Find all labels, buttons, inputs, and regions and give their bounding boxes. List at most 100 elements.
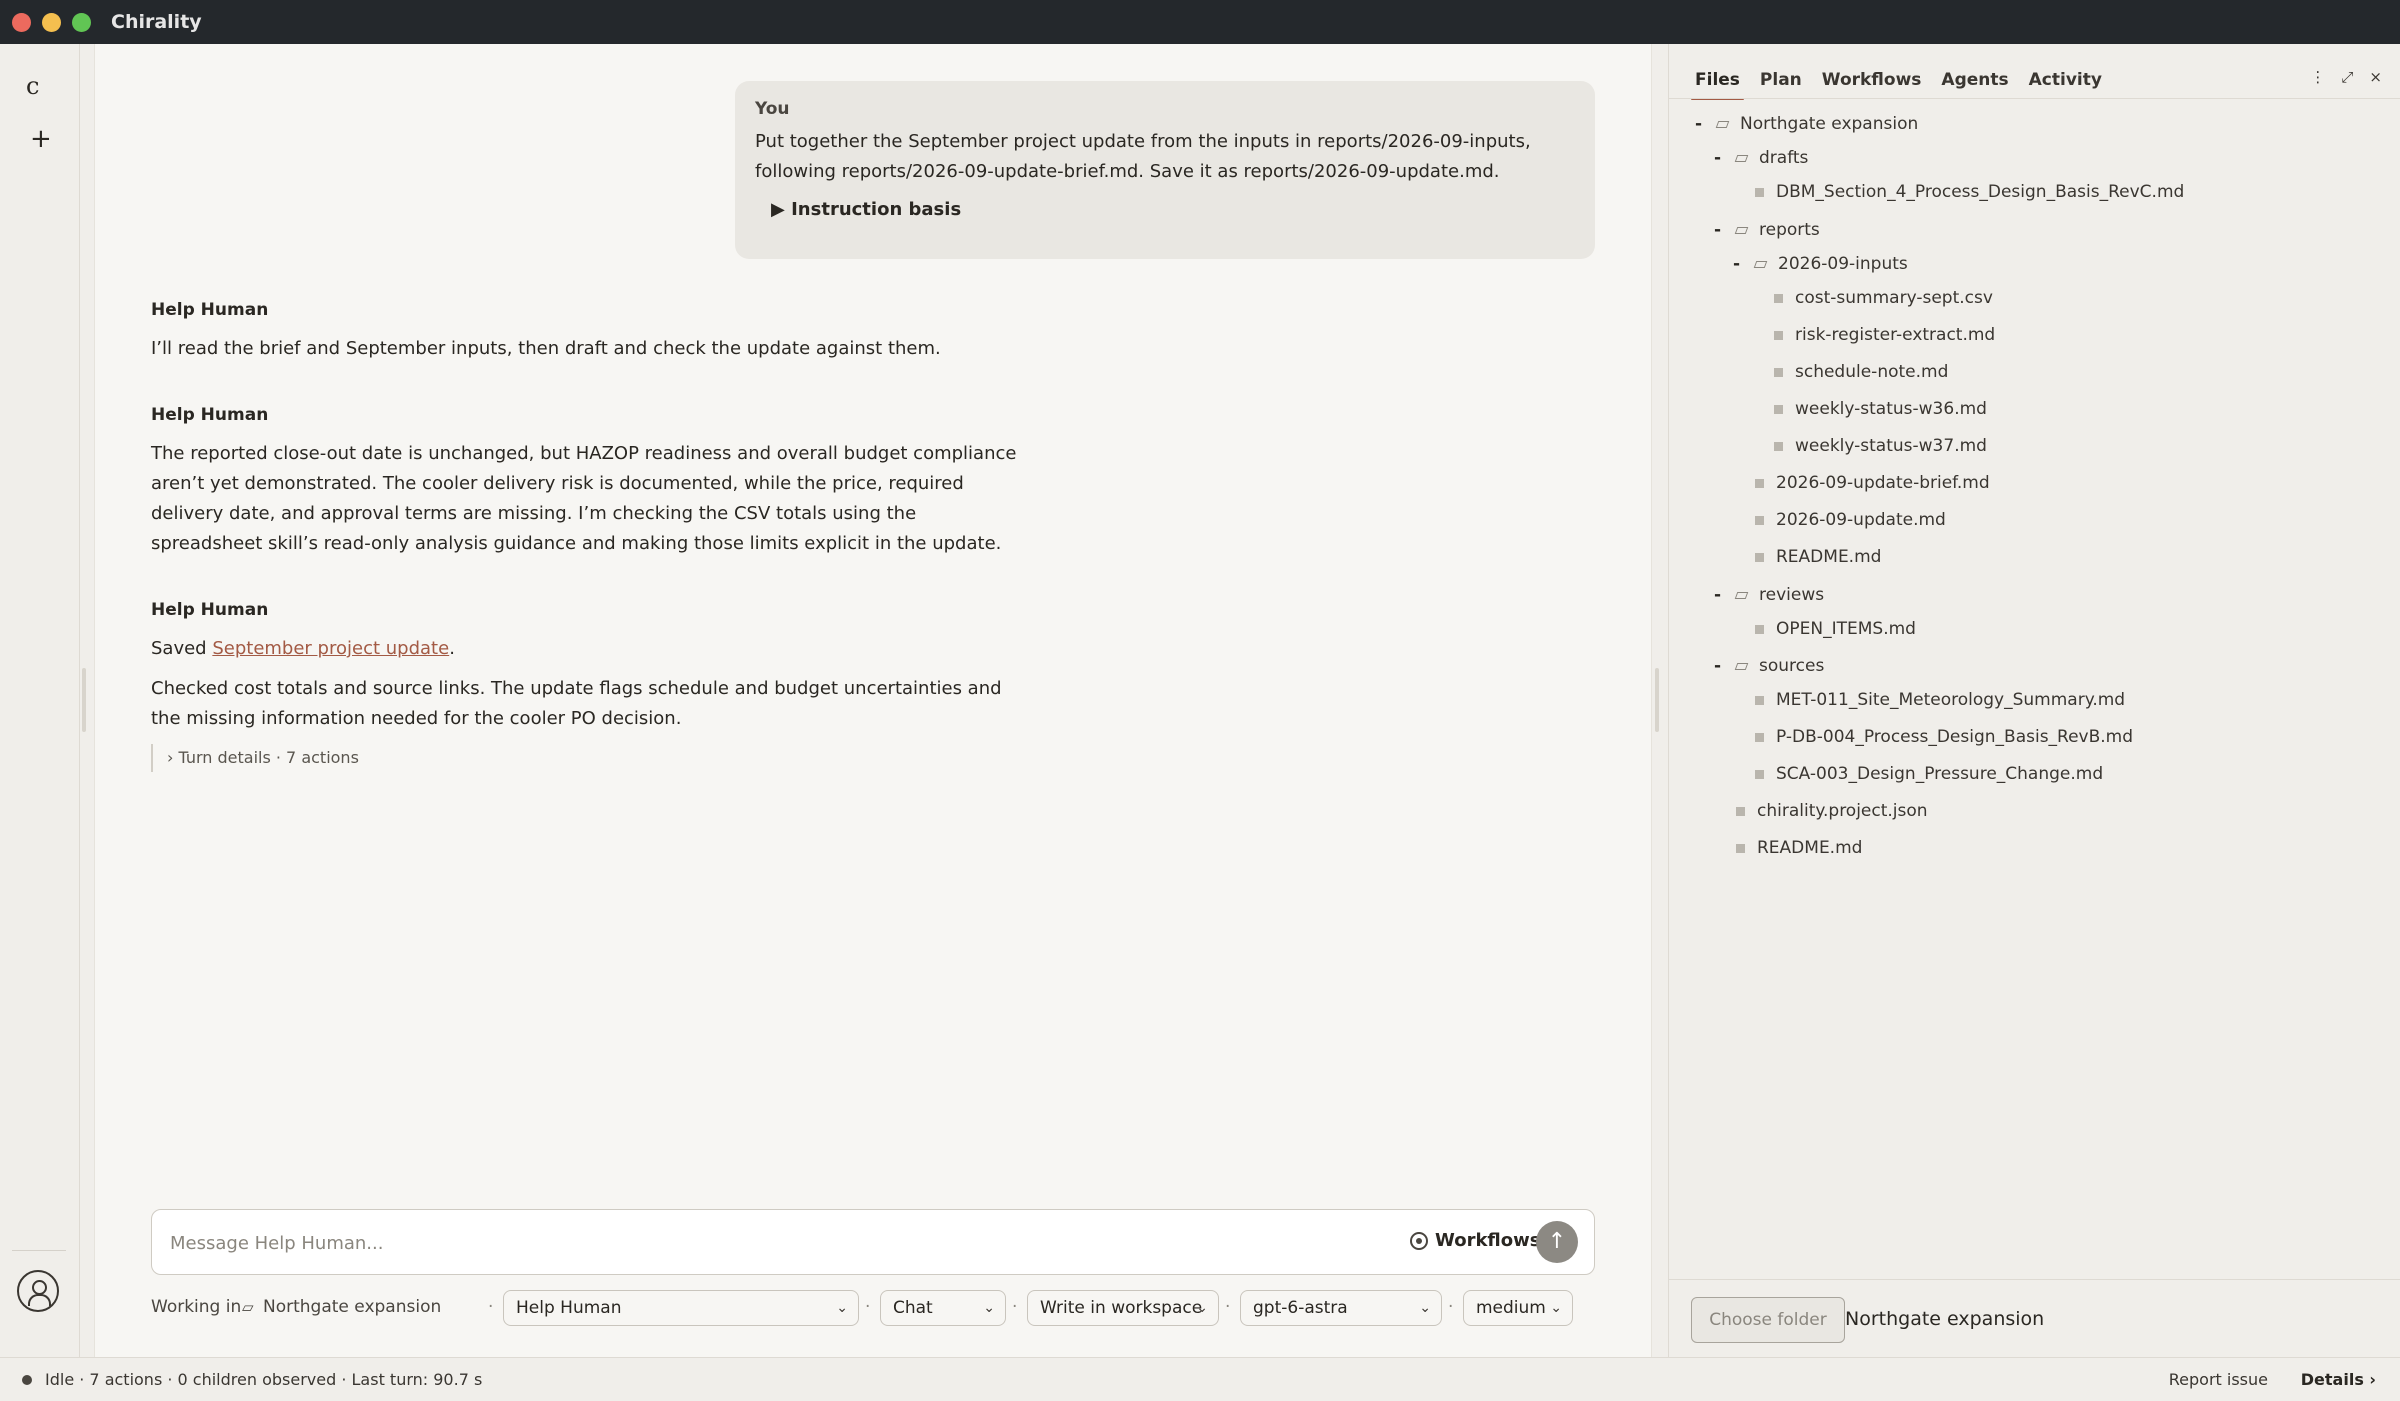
file-icon <box>1755 552 1764 562</box>
tree-folder[interactable]: - reports <box>1714 216 1820 244</box>
permission-select[interactable]: Write in workspace ⌄ <box>1027 1290 1219 1326</box>
saved-file-link[interactable]: September project update <box>212 638 449 659</box>
tree-folder[interactable]: - reviews <box>1714 581 1824 609</box>
collapse-toggle-icon[interactable]: - <box>1714 216 1736 244</box>
tree-file[interactable]: DBM_Section_4_Process_Design_Basis_RevC.… <box>1733 178 2184 206</box>
folder-icon <box>1734 591 1749 599</box>
tree-file[interactable]: P-DB-004_Process_Design_Basis_RevB.md <box>1733 723 2133 751</box>
panel-footer-divider <box>1669 1279 2400 1280</box>
turn-details-toggle[interactable]: › Turn details · 7 actions <box>151 744 1021 772</box>
collapse-toggle-icon[interactable]: - <box>1714 652 1736 680</box>
tree-file[interactable]: chirality.project.json <box>1714 797 1928 825</box>
tree-folder[interactable]: - 2026-09-inputs <box>1733 250 1908 278</box>
tree-file[interactable]: 2026-09-update-brief.md <box>1733 469 1990 497</box>
tree-item-label: 2026-09-inputs <box>1778 254 1908 274</box>
instruction-basis-toggle[interactable]: ▶ Instruction basis <box>755 199 1575 220</box>
tree-folder[interactable]: - sources <box>1714 652 1824 680</box>
tab-files[interactable]: Files <box>1691 60 1744 100</box>
attach-icon[interactable] <box>1410 1232 1428 1250</box>
file-icon <box>1774 441 1783 451</box>
tree-item-label: drafts <box>1759 148 1809 168</box>
more-icon[interactable]: ⋮ <box>2310 68 2325 86</box>
mode-select[interactable]: Chat ⌄ <box>880 1290 1006 1326</box>
tree-file[interactable]: README.md <box>1714 834 1862 862</box>
file-icon <box>1774 293 1783 303</box>
right-resize-handle[interactable] <box>1655 668 1659 732</box>
tree-file[interactable]: README.md <box>1733 543 1881 571</box>
file-icon <box>1755 478 1764 488</box>
collapse-toggle-icon[interactable]: - <box>1714 581 1736 609</box>
file-icon <box>1755 732 1764 742</box>
separator: · <box>1448 1297 1454 1317</box>
collapse-toggle-icon[interactable]: - <box>1695 110 1717 138</box>
file-icon <box>1774 404 1783 414</box>
tree-item-label: 2026-09-update.md <box>1776 510 1946 530</box>
close-window-button[interactable] <box>12 12 31 32</box>
tree-file[interactable]: weekly-status-w37.md <box>1752 432 1987 460</box>
expand-icon[interactable]: ⤢ <box>2341 68 2353 86</box>
details-link[interactable]: Details › <box>2301 1370 2376 1389</box>
folder-icon <box>1715 120 1730 128</box>
assistant-message-author: Help Human <box>151 300 269 320</box>
new-chat-button[interactable]: + <box>30 124 52 154</box>
tree-file[interactable]: 2026-09-update.md <box>1733 506 1946 534</box>
model-select[interactable]: gpt-6-astra ⌄ <box>1240 1290 1442 1326</box>
tree-item-label: risk-register-extract.md <box>1795 325 1996 345</box>
assistant-message: Help Human I’ll read the brief and Septe… <box>151 300 1021 364</box>
tab-agents[interactable]: Agents <box>1941 60 2008 100</box>
composer-controls: Working in ▱ Northgate expansion · Help … <box>151 1290 1601 1326</box>
chevron-down-icon: ⌄ <box>1550 1300 1562 1316</box>
tab-workflows[interactable]: Workflows <box>1822 60 1922 100</box>
tree-item-label: P-DB-004_Process_Design_Basis_RevB.md <box>1776 727 2134 747</box>
message-composer: Workflows ↑ <box>151 1209 1595 1275</box>
tree-file[interactable]: risk-register-extract.md <box>1752 321 1995 349</box>
assistant-message-text: I’ll read the brief and September inputs… <box>151 338 941 359</box>
separator: · <box>1225 1297 1231 1317</box>
saved-suffix: . <box>449 638 455 659</box>
folder-icon <box>1734 226 1749 234</box>
tabs-divider <box>1669 98 2400 99</box>
minimize-window-button[interactable] <box>42 12 61 32</box>
tree-item-label: README.md <box>1776 547 1882 567</box>
project-folder-icon: ▱ <box>242 1298 254 1316</box>
choose-folder-button[interactable]: Choose folder <box>1691 1297 1845 1343</box>
tree-file[interactable]: cost-summary-sept.csv <box>1752 284 1993 312</box>
tree-file[interactable]: schedule-note.md <box>1752 358 1948 386</box>
tree-item-label: SCA-003_Design_Pressure_Change.md <box>1776 764 2104 784</box>
tree-item-label: 2026-09-update-brief.md <box>1776 473 1990 493</box>
tree-file[interactable]: weekly-status-w36.md <box>1752 395 1987 423</box>
account-avatar-icon[interactable] <box>17 1270 59 1312</box>
tree-folder[interactable]: - drafts <box>1714 144 1808 172</box>
tree-item-label: weekly-status-w36.md <box>1795 399 1987 419</box>
tree-file[interactable]: SCA-003_Design_Pressure_Change.md <box>1733 760 2103 788</box>
file-icon <box>1755 769 1764 779</box>
collapse-toggle-icon[interactable]: - <box>1714 144 1736 172</box>
rail-divider <box>12 1250 66 1251</box>
effort-select-value: medium <box>1476 1298 1546 1318</box>
send-button[interactable]: ↑ <box>1536 1221 1578 1263</box>
close-icon[interactable]: × <box>2369 68 2382 86</box>
composer-workflows-button[interactable]: Workflows <box>1435 1230 1540 1251</box>
separator: · <box>488 1297 494 1317</box>
tree-item-label: reports <box>1759 220 1820 240</box>
tree-file[interactable]: MET-011_Site_Meteorology_Summary.md <box>1733 686 2125 714</box>
zoom-window-button[interactable] <box>72 12 91 32</box>
assistant-message: Help Human Saved September project updat… <box>151 600 1021 772</box>
tab-activity[interactable]: Activity <box>2029 60 2102 100</box>
tree-item-label: MET-011_Site_Meteorology_Summary.md <box>1776 690 2126 710</box>
agent-select[interactable]: Help Human ⌄ <box>503 1290 859 1326</box>
file-icon <box>1774 367 1783 377</box>
title-bar: Chirality <box>0 0 2400 44</box>
tree-file[interactable]: OPEN_ITEMS.md <box>1733 615 1916 643</box>
report-issue-link[interactable]: Report issue <box>2169 1370 2268 1389</box>
message-input[interactable] <box>170 1228 1320 1258</box>
left-resize-handle[interactable] <box>82 668 86 732</box>
tree-item-label: sources <box>1759 656 1825 676</box>
tab-plan[interactable]: Plan <box>1760 60 1802 100</box>
working-project[interactable]: Northgate expansion <box>263 1290 441 1326</box>
window-controls <box>12 12 91 32</box>
tree-folder[interactable]: - Northgate expansion <box>1695 110 1918 138</box>
collapse-toggle-icon[interactable]: - <box>1733 250 1755 278</box>
effort-select[interactable]: medium ⌄ <box>1463 1290 1573 1326</box>
tree-item-label: cost-summary-sept.csv <box>1795 288 1993 308</box>
